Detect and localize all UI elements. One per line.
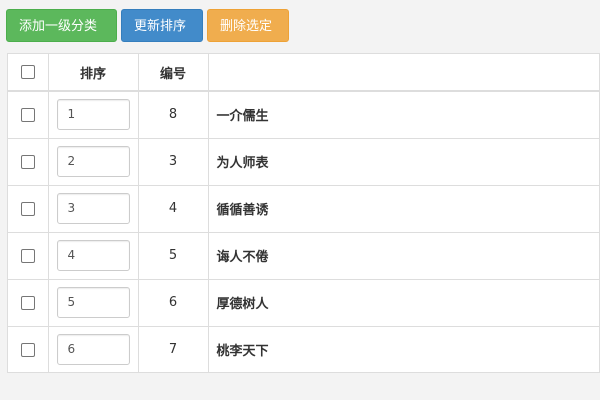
- sort-input[interactable]: 2: [56, 146, 130, 177]
- row-id: 5: [138, 231, 209, 279]
- table-header-row: 排序 编号: [8, 54, 600, 92]
- row-checkbox[interactable]: [20, 154, 35, 169]
- sort-input[interactable]: 6: [56, 334, 130, 366]
- header-name: [208, 54, 600, 92]
- row-name: 厚德树人: [208, 278, 600, 326]
- sort-input[interactable]: 1: [56, 99, 130, 131]
- header-id: 编号: [138, 54, 209, 92]
- delete-selected-button[interactable]: 删除选定: [207, 9, 289, 42]
- row-checkbox[interactable]: [20, 295, 35, 310]
- row-name: 一介儒生: [208, 91, 600, 138]
- row-name: 为人师表: [208, 137, 600, 185]
- row-id: 6: [138, 278, 209, 326]
- category-table: 排序 编号 1 8 一介儒生 2 3 为人师表 3 4 循循善诱 4 5 诲人不…: [7, 53, 600, 373]
- sort-input[interactable]: 4: [56, 240, 130, 271]
- toolbar: 添加一级分类 更新排序 删除选定: [6, 9, 289, 42]
- table-row: 4 5 诲人不倦: [8, 231, 600, 279]
- row-checkbox[interactable]: [20, 201, 35, 216]
- sort-input[interactable]: 3: [56, 193, 130, 224]
- table-row: 3 4 循循善诱: [8, 184, 600, 232]
- sort-input[interactable]: 5: [56, 287, 130, 318]
- row-id: 4: [138, 184, 209, 232]
- table-row: 6 7 桃李天下: [8, 325, 600, 373]
- row-id: 8: [138, 91, 209, 138]
- select-all-checkbox[interactable]: [20, 65, 35, 79]
- row-name: 桃李天下: [208, 325, 600, 373]
- table-row: 1 8 一介儒生: [8, 91, 600, 138]
- row-name: 循循善诱: [208, 184, 600, 232]
- update-sort-button[interactable]: 更新排序: [121, 9, 203, 42]
- header-sort: 排序: [48, 54, 139, 92]
- header-select-all: [8, 54, 49, 92]
- row-id: 3: [138, 137, 209, 185]
- row-checkbox[interactable]: [20, 248, 35, 263]
- row-checkbox[interactable]: [20, 342, 35, 357]
- table-row: 5 6 厚德树人: [8, 278, 600, 326]
- row-name: 诲人不倦: [208, 231, 600, 279]
- row-checkbox[interactable]: [20, 107, 35, 122]
- row-id: 7: [138, 325, 209, 373]
- add-category-button[interactable]: 添加一级分类: [6, 9, 117, 42]
- table-row: 2 3 为人师表: [8, 137, 600, 185]
